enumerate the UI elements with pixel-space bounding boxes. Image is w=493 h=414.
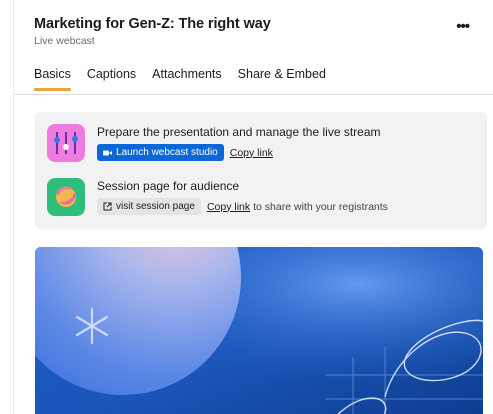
tabs-divider (14, 94, 493, 95)
more-options-button[interactable]: ••• (456, 18, 470, 35)
studio-row: Prepare the presentation and manage the … (47, 124, 381, 162)
session-copy-suffix: to share with your registrants (253, 200, 388, 213)
session-row-title: Session page for audience (97, 179, 240, 193)
session-page-icon (47, 178, 85, 216)
visit-session-page-button[interactable]: visit session page (97, 198, 201, 215)
webcast-banner-image (35, 247, 483, 414)
webcast-actions-card: Prepare the presentation and manage the … (35, 112, 487, 229)
launch-webcast-studio-label: Launch webcast studio (116, 147, 218, 158)
more-horizontal-icon: ••• (456, 18, 470, 35)
page-subtitle: Live webcast (34, 35, 95, 47)
tab-captions[interactable]: Captions (87, 67, 136, 91)
launch-webcast-studio-button[interactable]: Launch webcast studio (97, 144, 224, 161)
session-row: Session page for audience visit session … (47, 178, 388, 216)
page-title: Marketing for Gen-Z: The right way (34, 16, 271, 32)
webcast-details-panel: Marketing for Gen-Z: The right way Live … (13, 0, 493, 414)
visit-session-page-label: visit session page (116, 201, 195, 212)
tab-bar: Basics Captions Attachments Share & Embe… (34, 67, 342, 91)
header: Marketing for Gen-Z: The right way Live … (34, 16, 493, 47)
video-camera-icon (103, 150, 112, 155)
tab-basics[interactable]: Basics (34, 67, 71, 91)
tab-attachments[interactable]: Attachments (152, 67, 221, 91)
tab-share-embed[interactable]: Share & Embed (238, 67, 326, 91)
sliders-icon (47, 124, 85, 162)
session-copy-link[interactable]: Copy link (207, 201, 250, 213)
studio-copy-link[interactable]: Copy link (230, 147, 273, 159)
studio-row-title: Prepare the presentation and manage the … (97, 125, 381, 139)
external-link-icon (103, 202, 112, 211)
